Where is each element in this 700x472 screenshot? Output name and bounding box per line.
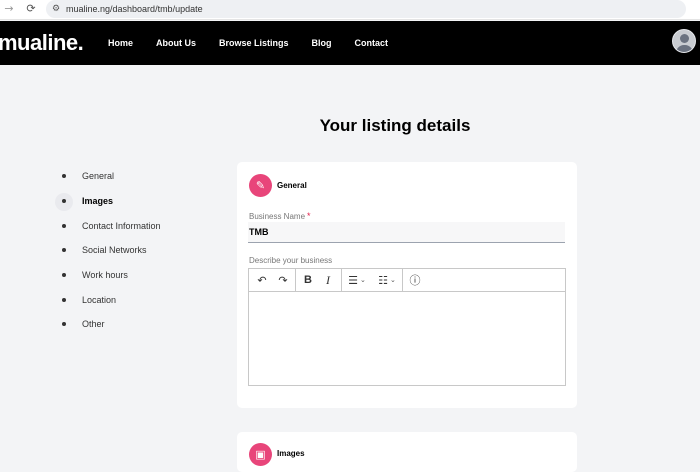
menu-item-label: Images [82, 196, 114, 207]
bullet-icon [62, 199, 66, 204]
business-name-input[interactable] [248, 222, 565, 243]
user-avatar-icon[interactable] [672, 29, 696, 53]
main-nav: Home About Us Browse Listings Blog Conta… [108, 37, 411, 49]
menu-item-label: Contact Information [82, 220, 161, 231]
nav-browse-listings[interactable]: Browse Listings [219, 37, 289, 49]
page-title: Your listing details [319, 116, 471, 135]
description-textarea[interactable] [249, 292, 565, 385]
images-section-card: ▣ Images [237, 432, 577, 472]
menu-item-label: General [82, 171, 115, 182]
general-section-card: ✎ General Business Name* Describe your b… [237, 162, 577, 408]
nav-about-us[interactable]: About Us [156, 37, 196, 49]
bullet-icon [62, 297, 66, 302]
bullet-icon [62, 223, 66, 228]
section-title: Images [277, 449, 305, 458]
menu-item-social-networks[interactable]: Social Networks [56, 238, 161, 263]
bullet-icon [62, 273, 66, 278]
redo-icon[interactable]: ↷ [273, 269, 293, 292]
menu-item-other[interactable]: Other [56, 312, 161, 337]
editor-toolbar: ↶ ↷ B I ☰ ⌄ ☷ ⌄ ⓘ [249, 268, 565, 292]
menu-item-images[interactable]: Images [55, 189, 161, 214]
bullet-icon [62, 322, 66, 327]
bullet-icon [62, 174, 66, 179]
required-mark: * [307, 211, 311, 221]
site-settings-icon[interactable]: ⚙ [52, 3, 62, 15]
description-editor: ↶ ↷ B I ☰ ⌄ ☷ ⌄ ⓘ [248, 268, 566, 386]
bulleted-list-icon[interactable]: ☰ ⌄ [342, 269, 372, 292]
site-header: mualine. Home About Us Browse Listings B… [0, 21, 700, 65]
image-icon: ▣ [249, 443, 272, 466]
menu-item-work-hours[interactable]: Work hours [56, 263, 161, 288]
bullet-icon [62, 248, 66, 253]
arrow-left-icon[interactable]: → [2, 2, 16, 16]
nav-blog[interactable]: Blog [312, 37, 332, 49]
menu-item-label: Other [82, 319, 105, 330]
menu-item-label: Location [82, 294, 117, 305]
url-text[interactable]: mualine.ng/dashboard/tmb/update [66, 3, 203, 15]
bold-icon[interactable]: B [296, 269, 320, 292]
menu-item-location[interactable]: Location [56, 287, 161, 312]
section-title: General [277, 181, 307, 190]
section-menu: General Images Contact Information Socia… [55, 164, 161, 337]
describe-business-label: Describe your business [249, 256, 333, 265]
menu-item-general[interactable]: General [56, 164, 161, 189]
reload-icon[interactable]: ⟳ [24, 2, 38, 16]
logo[interactable]: mualine. [0, 30, 84, 56]
menu-item-contact-information[interactable]: Contact Information [56, 213, 161, 238]
business-name-label: Business Name * [249, 211, 311, 221]
help-icon[interactable]: ⓘ [403, 269, 427, 292]
menu-item-label: Work hours [82, 270, 128, 281]
nav-contact[interactable]: Contact [355, 37, 389, 49]
pencil-icon: ✎ [249, 174, 272, 197]
menu-item-label: Social Networks [82, 245, 147, 256]
italic-icon[interactable]: I [320, 269, 336, 292]
numbered-list-icon[interactable]: ☷ ⌄ [372, 269, 402, 292]
browser-toolbar: → ⟳ ⚙ mualine.ng/dashboard/tmb/update [0, 0, 700, 20]
undo-icon[interactable]: ↶ [251, 269, 273, 292]
nav-home[interactable]: Home [108, 37, 133, 49]
address-bar[interactable]: ⚙ mualine.ng/dashboard/tmb/update [46, 0, 686, 18]
